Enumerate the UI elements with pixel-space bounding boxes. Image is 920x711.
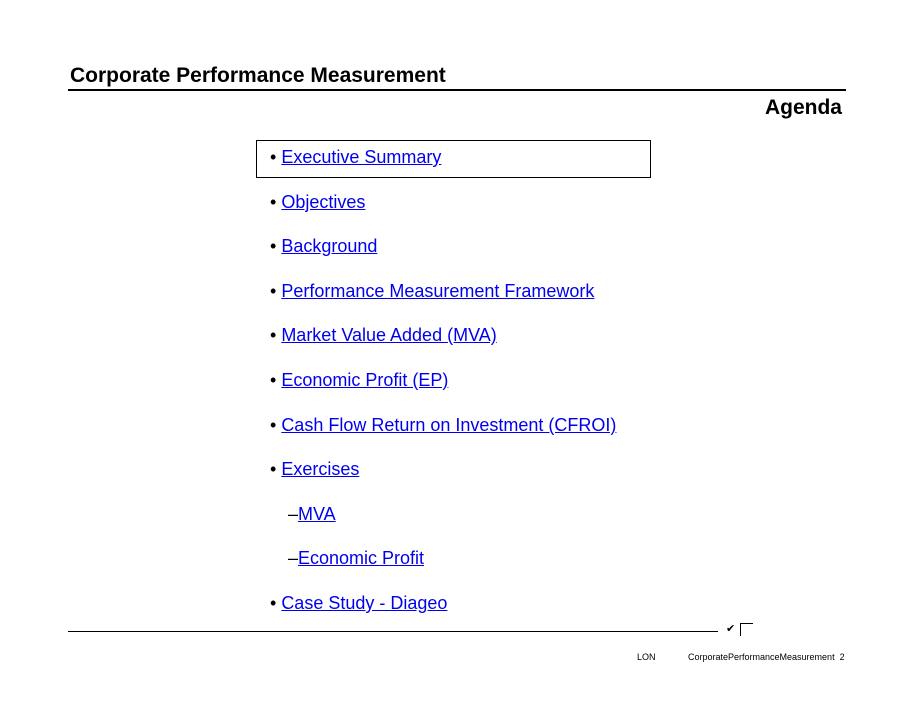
bullet: • xyxy=(270,147,282,167)
dash: – xyxy=(288,548,299,568)
bullet: • xyxy=(270,459,282,479)
agenda-link[interactable]: Performance Measurement Framework xyxy=(281,281,594,301)
agenda-subitem-mva: –MVA xyxy=(288,503,336,525)
bullet: • xyxy=(270,415,282,435)
agenda-link[interactable]: Economic Profit xyxy=(298,548,424,568)
agenda-link[interactable]: MVA xyxy=(298,504,336,524)
check-icon: ✔ xyxy=(726,623,736,635)
agenda-link[interactable]: Case Study - Diageo xyxy=(281,593,447,613)
bullet: • xyxy=(270,281,282,301)
agenda-link[interactable]: Economic Profit (EP) xyxy=(281,370,448,390)
agenda-item-economic-profit: • Economic Profit (EP) xyxy=(270,369,448,391)
agenda-item-cfroi: • Cash Flow Return on Investment (CFROI) xyxy=(270,414,616,436)
agenda-item-executive-summary: • Executive Summary xyxy=(270,146,441,168)
footer-divider xyxy=(68,631,718,632)
bullet: • xyxy=(270,593,282,613)
section-subtitle: Agenda xyxy=(764,96,842,119)
footer-office: LON xyxy=(637,652,656,662)
dash: – xyxy=(288,504,299,524)
agenda-subitem-economic-profit: –Economic Profit xyxy=(288,547,424,569)
agenda-link[interactable]: Background xyxy=(281,236,377,256)
bullet: • xyxy=(270,236,282,256)
bullet: • xyxy=(270,370,282,390)
title-divider xyxy=(68,89,846,91)
page-number: 2 xyxy=(839,652,845,662)
agenda-item-framework: • Performance Measurement Framework xyxy=(270,280,594,302)
agenda-item-mva: • Market Value Added (MVA) xyxy=(270,324,497,346)
agenda-link[interactable]: Objectives xyxy=(281,192,365,212)
agenda-item-background: • Background xyxy=(270,235,377,257)
agenda-link[interactable]: Market Value Added (MVA) xyxy=(281,325,496,345)
footer-document-name: CorporatePerformanceMeasurement xyxy=(688,652,835,662)
bullet: • xyxy=(270,325,282,345)
bullet: • xyxy=(270,192,282,212)
page-title: Corporate Performance Measurement xyxy=(70,64,446,87)
footer-document-page: CorporatePerformanceMeasurement 2 xyxy=(688,652,845,662)
agenda-item-exercises: • Exercises xyxy=(270,458,359,480)
agenda-link[interactable]: Executive Summary xyxy=(281,147,441,167)
agenda-item-case-study: • Case Study - Diageo xyxy=(270,592,447,614)
agenda-link[interactable]: Exercises xyxy=(281,459,359,479)
agenda-item-objectives: • Objectives xyxy=(270,191,365,213)
agenda-link[interactable]: Cash Flow Return on Investment (CFROI) xyxy=(281,415,616,435)
corner-mark-icon xyxy=(740,623,753,636)
